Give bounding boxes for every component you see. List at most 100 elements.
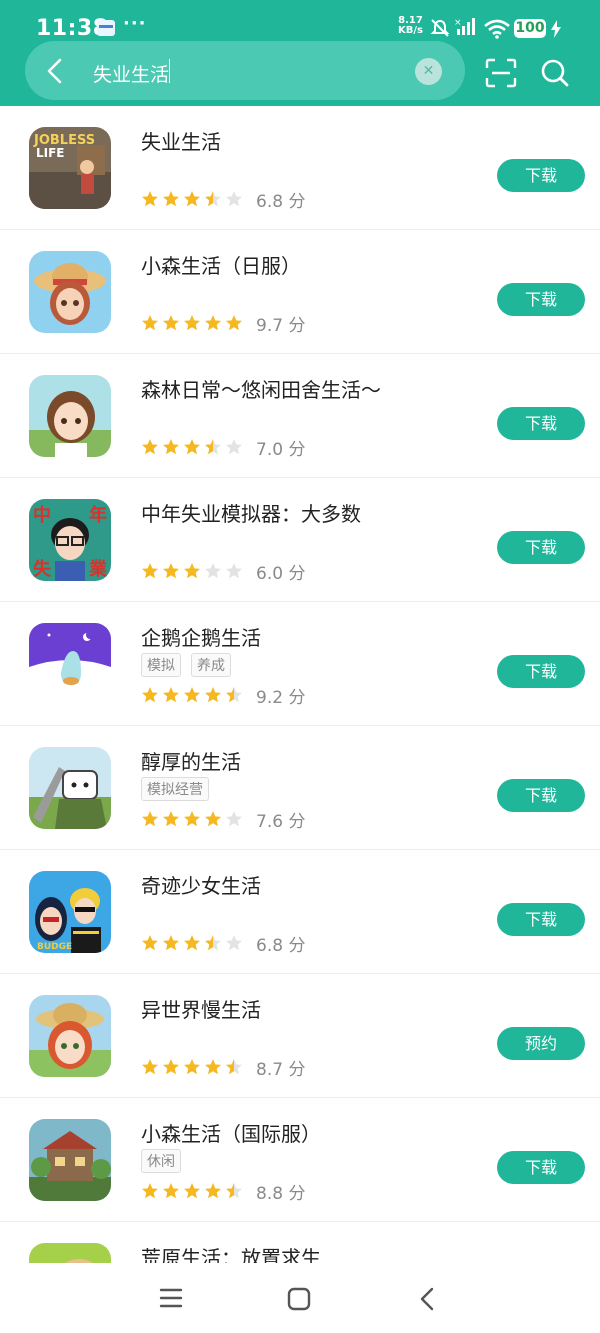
rating-score: 9.2 分 <box>256 687 306 708</box>
tag-list: 休闲 <box>141 1149 181 1173</box>
app-name[interactable]: 森林日常～悠闲田舍生活～ <box>141 374 381 403</box>
star-full-icon <box>184 811 200 827</box>
star-empty-icon <box>226 811 242 827</box>
rating-score: 8.8 分 <box>256 1183 306 1204</box>
list-item[interactable]: 森林日常～悠闲田舍生活～ 7.0 分 下载 <box>0 354 600 478</box>
star-full-icon <box>142 935 158 951</box>
star-full-icon <box>184 1183 200 1199</box>
tag[interactable]: 模拟经营 <box>141 777 209 801</box>
clear-search-button[interactable]: ✕ <box>415 58 442 85</box>
app-name[interactable]: 企鹅企鹅生活 <box>141 622 261 651</box>
download-button[interactable]: 下载 <box>497 531 585 564</box>
rating-score: 8.7 分 <box>256 1059 306 1080</box>
system-navigation-bar <box>0 1263 600 1333</box>
tag[interactable]: 模拟 <box>141 653 181 677</box>
app-name[interactable]: 小森生活（国际服） <box>141 1118 321 1147</box>
star-full-icon <box>205 811 221 827</box>
star-full-icon <box>184 687 200 703</box>
star-half-icon <box>226 687 242 703</box>
search-icon[interactable] <box>540 58 570 88</box>
search-input[interactable]: 失业生活 <box>93 60 169 87</box>
app-name[interactable]: 失业生活 <box>141 126 221 155</box>
download-button[interactable]: 下载 <box>497 159 585 192</box>
star-full-icon <box>163 935 179 951</box>
search-bar[interactable] <box>25 41 465 100</box>
star-full-icon <box>205 1183 221 1199</box>
star-half-icon <box>226 1059 242 1075</box>
star-full-icon <box>142 1059 158 1075</box>
rating: 9.7 分 <box>141 312 305 336</box>
rating: 9.2 分 <box>141 684 306 708</box>
list-item[interactable]: 醇厚的生活 模拟经营 7.6 分 下载 <box>0 726 600 850</box>
status-bar: 11:38 ··· 8.17 KB/s × 100 <box>0 0 600 41</box>
star-half-icon <box>205 935 221 951</box>
app-name[interactable]: 中年失业模拟器：大多数 <box>141 498 361 527</box>
app-name[interactable]: 醇厚的生活 <box>141 746 241 775</box>
home-icon[interactable] <box>287 1287 311 1311</box>
star-full-icon <box>142 563 158 579</box>
download-button[interactable]: 下载 <box>497 779 585 812</box>
star-full-icon <box>142 687 158 703</box>
star-full-icon <box>184 315 200 331</box>
download-button[interactable]: 下载 <box>497 1151 585 1184</box>
rating: 6.8 分 <box>141 932 305 956</box>
mute-bell-icon <box>430 19 450 37</box>
icon-text: 失 <box>33 558 52 580</box>
app-icon: BUDGE <box>29 871 111 953</box>
star-empty-icon <box>226 563 242 579</box>
list-item[interactable]: 小森生活（国际服） 休闲 8.8 分 下载 <box>0 1098 600 1222</box>
tag[interactable]: 养成 <box>191 653 231 677</box>
rating: 6.0 分 <box>141 560 305 584</box>
app-icon: 中 年 失 業 <box>29 499 111 581</box>
app-name[interactable]: 奇迹少女生活 <box>141 870 261 899</box>
back-arrow-icon[interactable] <box>44 58 68 84</box>
app-name[interactable]: 小森生活（日服） <box>141 250 301 279</box>
scan-icon[interactable] <box>485 58 517 88</box>
app-icon <box>29 995 111 1077</box>
back-icon[interactable] <box>418 1287 436 1311</box>
app-name[interactable]: 异世界慢生活 <box>141 994 261 1023</box>
star-half-icon <box>205 439 221 455</box>
icon-text: 中 <box>33 504 51 526</box>
app-icon <box>29 375 111 457</box>
app-icon <box>29 1243 111 1263</box>
tag[interactable]: 休闲 <box>141 1149 181 1173</box>
tag-list: 模拟 养成 <box>141 653 231 677</box>
list-item[interactable]: 中 年 失 業 中年失业模拟器：大多数 6.0 分 下载 <box>0 478 600 602</box>
close-icon: ✕ <box>422 63 435 79</box>
star-rating <box>141 686 243 704</box>
download-button[interactable]: 下载 <box>497 903 585 936</box>
star-empty-icon <box>226 439 242 455</box>
star-full-icon <box>142 191 158 207</box>
star-full-icon <box>163 315 179 331</box>
star-rating <box>141 314 243 332</box>
reserve-button[interactable]: 预约 <box>497 1027 585 1060</box>
star-full-icon <box>205 315 221 331</box>
app-header: 11:38 ··· 8.17 KB/s × 100 失业生活 ✕ <box>0 0 600 106</box>
icon-text: LIFE <box>36 146 65 160</box>
star-full-icon <box>184 935 200 951</box>
app-icon <box>29 747 111 829</box>
svg-text:×: × <box>454 18 462 28</box>
list-item[interactable]: BUDGE 奇迹少女生活 6.8 分 下载 <box>0 850 600 974</box>
download-button[interactable]: 下载 <box>497 655 585 688</box>
download-button[interactable]: 下载 <box>497 283 585 316</box>
star-full-icon <box>163 563 179 579</box>
icon-text: 業 <box>88 558 108 580</box>
charging-icon <box>551 20 561 38</box>
app-name[interactable]: 荒原生活：放置求生 <box>141 1242 321 1263</box>
list-item[interactable]: 荒原生活：放置求生 <box>0 1222 600 1263</box>
star-half-icon <box>205 191 221 207</box>
list-item[interactable]: 企鹅企鹅生活 模拟 养成 9.2 分 下载 <box>0 602 600 726</box>
list-item[interactable]: 小森生活（日服） 9.7 分 下载 <box>0 230 600 354</box>
star-full-icon <box>142 315 158 331</box>
star-full-icon <box>184 439 200 455</box>
star-rating <box>141 562 243 580</box>
list-item[interactable]: 异世界慢生活 8.7 分 预约 <box>0 974 600 1098</box>
battery-indicator: 100 <box>514 19 546 38</box>
list-item[interactable]: JOBLESS LIFE 失业生活 6.8 分 下载 <box>0 106 600 230</box>
star-full-icon <box>226 315 242 331</box>
menu-icon[interactable] <box>159 1287 183 1309</box>
download-button[interactable]: 下载 <box>497 407 585 440</box>
search-results-list[interactable]: JOBLESS LIFE 失业生活 6.8 分 下载 小森生活（日服） 9.7 … <box>0 106 600 1263</box>
